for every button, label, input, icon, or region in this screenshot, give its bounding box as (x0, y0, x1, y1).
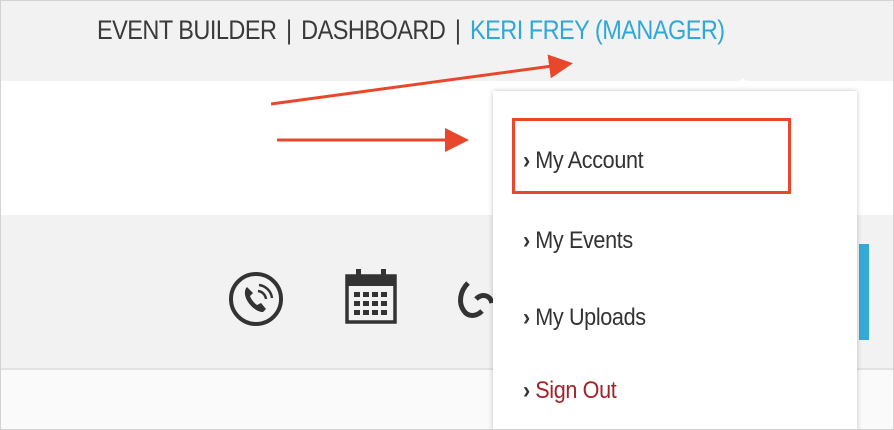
nav-separator: | (286, 15, 292, 45)
dropdown-caret (729, 78, 757, 92)
phone-icon[interactable] (225, 268, 287, 330)
dashboard-link[interactable]: DASHBOARD (301, 15, 446, 45)
chevron-right-icon: › (523, 377, 530, 404)
link-icon[interactable] (456, 273, 496, 329)
user-menu-link[interactable]: KERI FREY (MANAGER) (470, 15, 725, 45)
nav-separator: | (454, 15, 461, 45)
chevron-right-icon: › (523, 147, 530, 174)
menu-item-label: Sign Out (535, 377, 617, 404)
menu-item-my-account[interactable]: › My Account (523, 147, 644, 175)
top-navigation-bar: EVENT BUILDER | DASHBOARD | KERI FREY (MANAG… (1, 1, 893, 81)
calendar-icon[interactable] (342, 266, 400, 328)
app-frame: EVENT BUILDER | DASHBOARD | KERI FREY (MANAG… (0, 0, 894, 430)
menu-item-my-uploads[interactable]: › My Uploads (523, 304, 646, 332)
menu-item-sign-out[interactable]: › Sign Out (523, 377, 617, 405)
menu-item-label: My Account (535, 147, 644, 174)
accent-bar (859, 244, 869, 340)
top-nav-links: EVENT BUILDER | DASHBOARD | KERI FREY (MANAG… (97, 15, 725, 46)
chevron-right-icon: › (523, 227, 530, 254)
menu-item-my-events[interactable]: › My Events (523, 227, 633, 255)
chevron-right-icon: › (523, 304, 530, 331)
event-builder-link[interactable]: EVENT BUILDER (97, 15, 277, 45)
user-dropdown-menu: › My Account › My Events › My Uploads › Sign… (493, 91, 857, 429)
menu-item-label: My Uploads (535, 304, 646, 331)
menu-item-label: My Events (535, 227, 633, 254)
